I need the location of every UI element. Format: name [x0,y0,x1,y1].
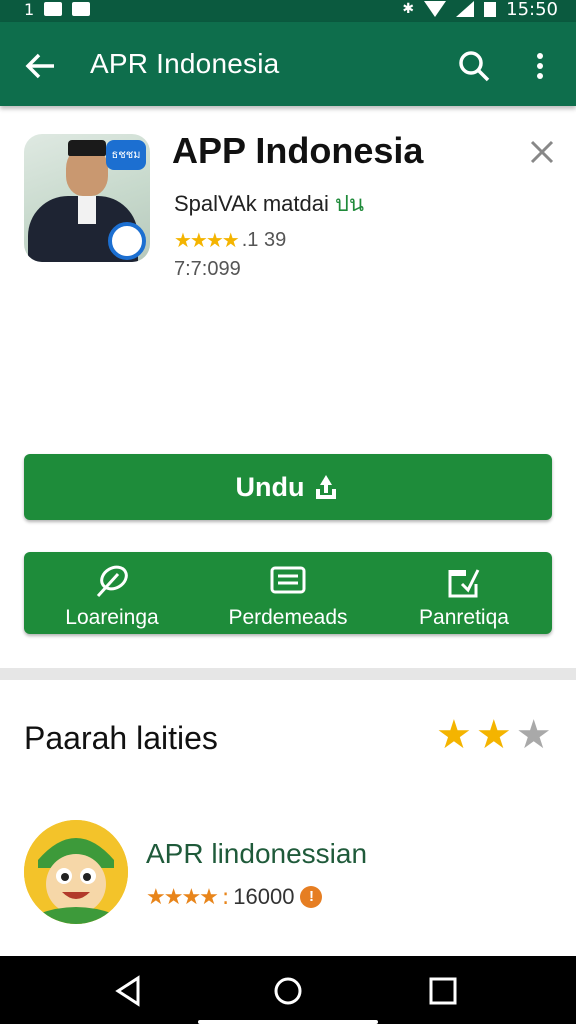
star-filled-icon: ★ [475,712,512,758]
developer-line[interactable]: SpalVAk matdai ปน [174,186,364,221]
mascot-icon [24,820,128,924]
action-label: Loareinga [65,606,159,629]
info-badge-icon: ! [300,886,323,908]
battery-icon [484,2,497,17]
verified-badge-icon [108,222,146,260]
status-time: 15:50 [506,0,558,20]
app-icon: ธชชม [24,134,150,262]
action-label: Perdemeads [228,606,348,629]
toolbar-title: APR Indonesia [90,48,280,79]
list-item-rating: ★★★★ : 16000 ! [146,884,323,910]
app-icon-cap [68,140,106,156]
back-arrow-icon[interactable] [20,46,60,86]
list-item-rating-text: 16000 [233,884,295,909]
status-bar: 1 ✱ 15:50 [0,0,576,22]
action-row: Loareinga Perdemeads Panretiqa [24,552,552,634]
rating-stars-icon: ★★★★ : [146,884,229,910]
gallery-notification-icon [72,2,91,16]
nav-home-icon[interactable] [271,974,305,1008]
home-indicator [198,1020,378,1024]
action-perdemeads[interactable]: Perdemeads [200,552,376,634]
nav-recents-icon[interactable] [426,974,460,1008]
section-rating[interactable]: ★ ★ ★ [436,712,552,758]
leaf-icon [96,565,128,598]
nav-back-icon[interactable] [112,974,146,1008]
download-icon [316,475,337,499]
developer-name: SpalVAk matdai [174,191,329,216]
search-icon[interactable] [454,46,494,86]
image-notification-icon [44,2,63,16]
action-label: Panretiqa [419,606,509,629]
chat-icon [270,566,306,594]
toolbar: APR Indonesia [0,22,576,106]
signal-icon [456,1,475,17]
share-icon [448,569,480,598]
star-empty-icon: ★ [515,712,552,758]
list-item-title: APR lindonessian [146,838,368,869]
action-panretiqa[interactable]: Panretiqa [376,552,552,634]
close-icon[interactable] [528,138,556,166]
wifi-icon [424,1,447,17]
app-icon-collar [78,196,96,224]
avatar [24,820,128,924]
rating-text: .1 39 [241,228,287,251]
section-title: Paarah laities [24,720,218,756]
app-icon-badge: ธชชม [106,140,146,170]
developer-tag: ปน [335,191,365,216]
section-divider [0,668,576,680]
app-name: APP Indonesia [172,130,424,171]
rating-stars-icon: ★★★★ [174,228,240,252]
app-rating: ★★★★ .1 39 [174,228,286,252]
notification-icon: 1 [24,0,35,19]
system-nav-bar [0,956,576,1024]
bluetooth-icon: ✱ [402,1,415,17]
star-filled-icon: ★ [436,712,472,758]
install-button-label: Undu [235,471,305,502]
action-loareinga[interactable]: Loareinga [24,552,200,634]
list-item[interactable]: APR lindonessian ★★★★ : 16000 ! [24,820,552,930]
more-options-icon[interactable] [526,46,554,86]
install-button[interactable]: Undu [24,454,552,520]
app-date: 7:7:099 [174,258,241,280]
